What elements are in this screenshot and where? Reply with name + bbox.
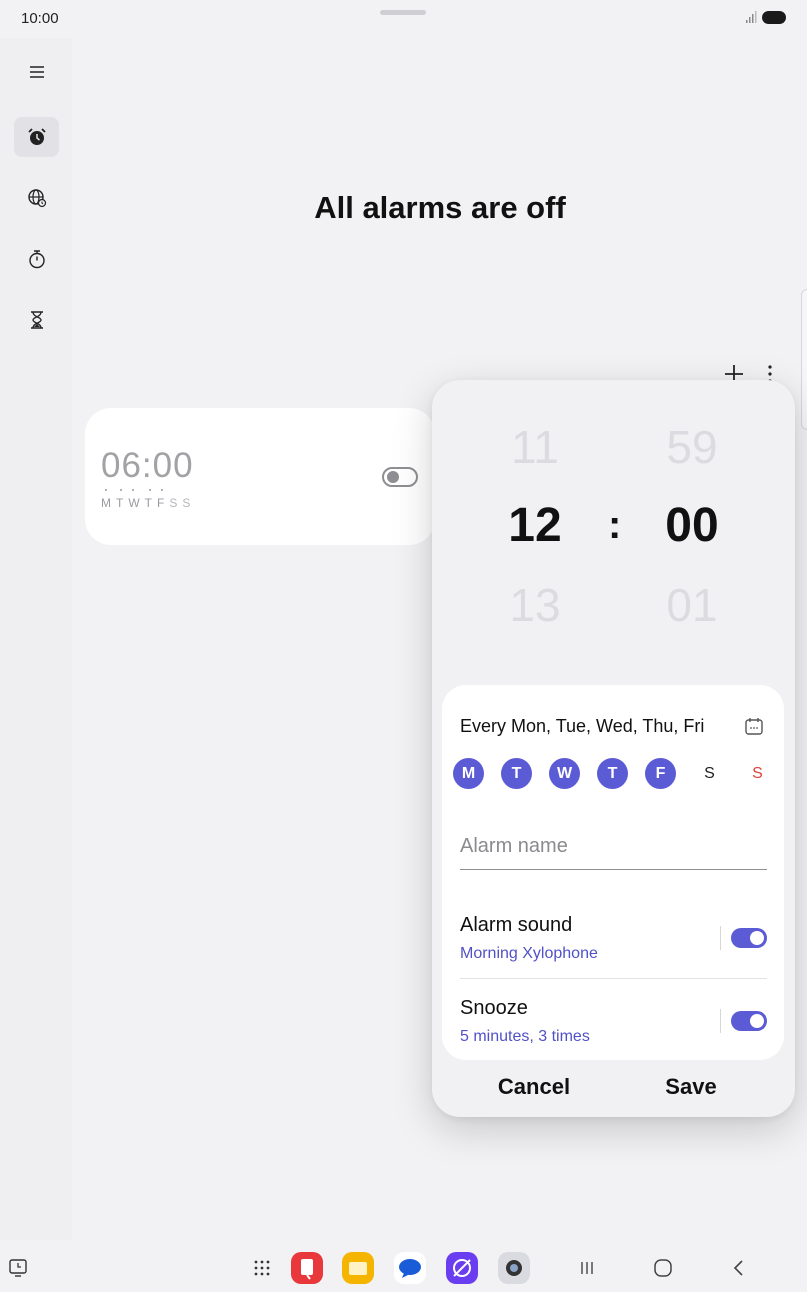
home-button[interactable]	[647, 1252, 679, 1284]
hour-picker[interactable]: 12	[475, 498, 595, 553]
screen-clock-icon	[9, 1259, 27, 1277]
globe-icon	[27, 189, 46, 208]
day-selector: M T W T F S S	[453, 758, 773, 790]
save-button[interactable]: Save	[631, 1074, 751, 1100]
alarm-days: M T W T F S S	[101, 489, 195, 510]
back-icon	[733, 1260, 743, 1276]
edge-panel-handle[interactable]	[801, 289, 807, 430]
alarm-day: F	[157, 489, 167, 510]
alarm-card[interactable]: 06:00 M T W T F S S	[85, 408, 435, 545]
snooze-switch[interactable]	[731, 1011, 767, 1031]
nav-world-clock[interactable]	[14, 178, 59, 218]
hourglass-icon	[30, 311, 43, 329]
recents-icon	[581, 1262, 593, 1274]
page-title: All alarms are off	[314, 190, 566, 225]
time-separator: :	[608, 503, 622, 547]
app-messages[interactable]	[394, 1252, 426, 1284]
signal-icon	[746, 11, 757, 23]
divider	[720, 926, 721, 950]
calendar-icon[interactable]	[744, 716, 764, 736]
day-tuesday[interactable]: T	[501, 758, 532, 789]
camera-app-icon	[498, 1252, 530, 1284]
menu-icon	[29, 66, 44, 78]
alarm-toggle[interactable]	[382, 467, 418, 487]
divider	[720, 1009, 721, 1033]
home-icon	[654, 1259, 672, 1277]
alarm-day: S	[169, 496, 180, 510]
app-drawer-button[interactable]	[246, 1252, 278, 1284]
alarm-sound-switch[interactable]	[731, 928, 767, 948]
alarm-settings-panel: Every Mon, Tue, Wed, Thu, Fri M T W T F …	[442, 685, 784, 1060]
divider	[460, 978, 767, 979]
drag-handle[interactable]	[380, 10, 426, 15]
app-grid-icon	[254, 1260, 270, 1276]
cancel-button[interactable]: Cancel	[474, 1074, 594, 1100]
alarm-name-input[interactable]	[460, 830, 767, 870]
app-notes[interactable]	[291, 1252, 323, 1284]
battery-icon	[762, 11, 786, 24]
alarm-day: S	[182, 496, 193, 510]
taskbar	[0, 1240, 807, 1292]
nav-alarm[interactable]	[14, 117, 59, 157]
alarm-clock-icon	[27, 128, 46, 145]
day-thursday[interactable]: T	[597, 758, 628, 789]
stopwatch-icon	[28, 250, 45, 269]
recent-screen-button[interactable]	[2, 1252, 34, 1284]
hour-prev[interactable]: 11	[475, 420, 595, 474]
alarm-day: M	[101, 489, 113, 510]
minute-picker[interactable]: 00	[632, 498, 752, 553]
notes-app-icon	[291, 1252, 323, 1284]
alarm-editor: 11 12 13 : 59 00 01 Every Mon, Tue, Wed,…	[432, 380, 795, 1117]
nav-rail	[0, 38, 72, 1240]
folder-app-icon	[342, 1252, 374, 1284]
app-files[interactable]	[342, 1252, 374, 1284]
messages-app-icon	[394, 1252, 426, 1284]
day-monday[interactable]: M	[453, 758, 484, 789]
recents-button[interactable]	[571, 1252, 603, 1284]
browser-app-icon	[446, 1252, 478, 1284]
menu-button[interactable]	[14, 52, 59, 92]
alarm-day: T	[144, 489, 155, 510]
repeat-summary: Every Mon, Tue, Wed, Thu, Fri	[460, 716, 705, 736]
day-sunday[interactable]: S	[742, 758, 773, 789]
minute-next[interactable]: 01	[632, 578, 752, 632]
back-button[interactable]	[723, 1252, 755, 1284]
status-bar: 10:00	[0, 0, 807, 36]
minute-prev[interactable]: 59	[632, 420, 752, 474]
app-internet[interactable]	[446, 1252, 478, 1284]
status-time: 10:00	[21, 10, 59, 27]
app-camera[interactable]	[498, 1252, 530, 1284]
alarm-day: T	[116, 489, 126, 510]
day-wednesday[interactable]: W	[549, 758, 580, 789]
alarm-day: W	[128, 489, 142, 510]
alarm-time: 06:00	[101, 446, 194, 485]
hour-next[interactable]: 13	[475, 578, 595, 632]
nav-timer[interactable]	[14, 300, 59, 340]
day-friday[interactable]: F	[645, 758, 676, 789]
nav-stopwatch[interactable]	[14, 239, 59, 279]
day-saturday[interactable]: S	[694, 758, 725, 789]
